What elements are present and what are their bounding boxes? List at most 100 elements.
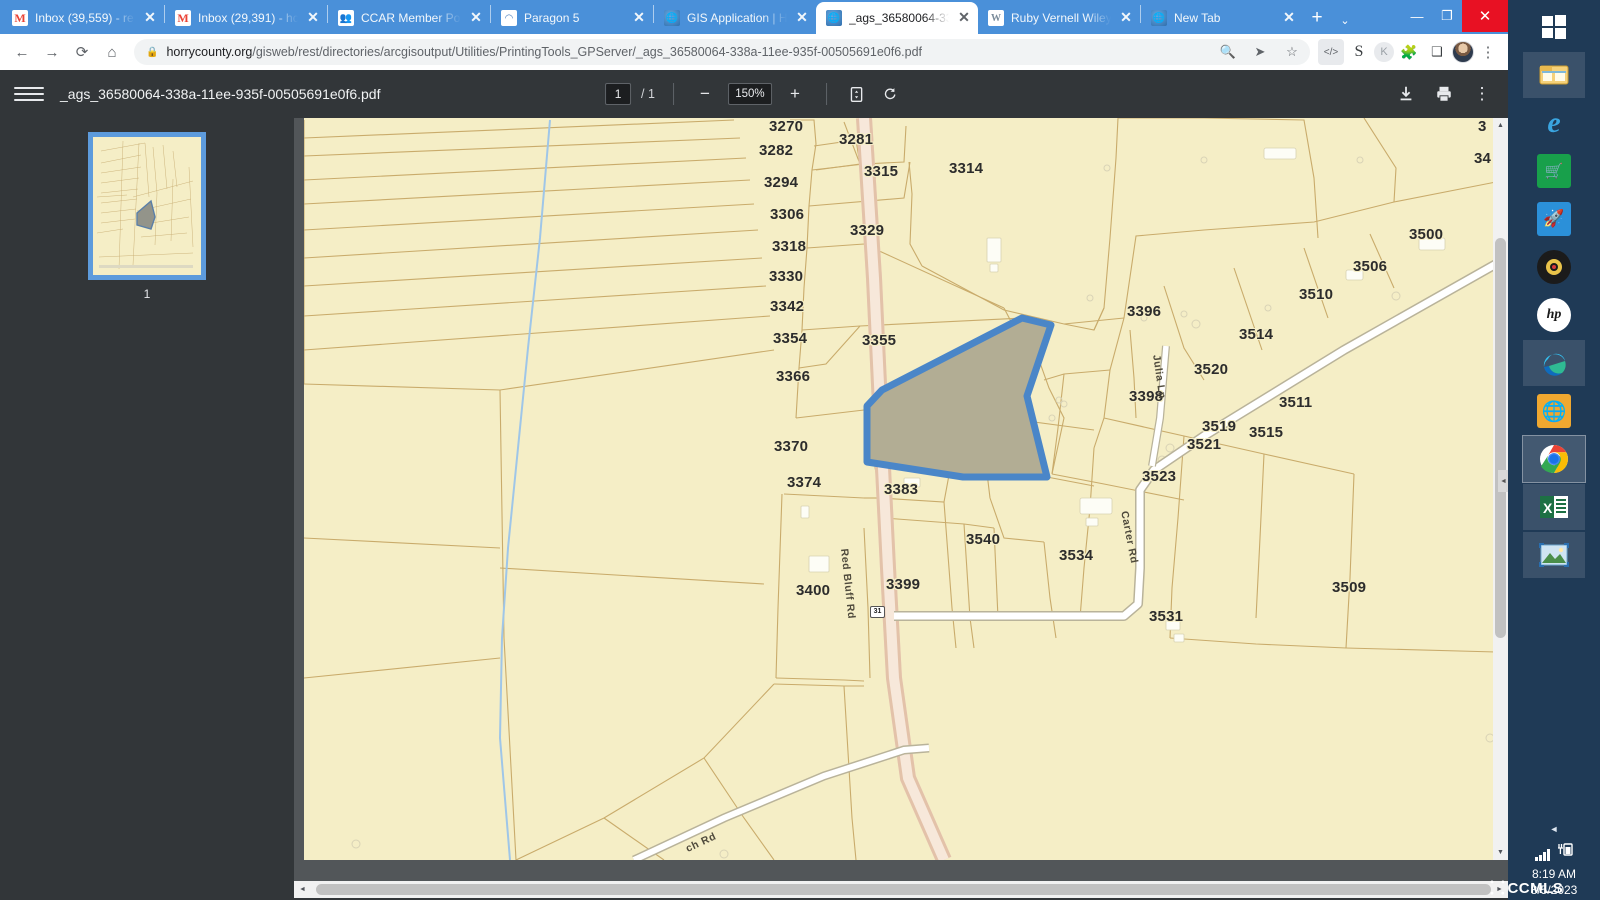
parcel-label: 3521 bbox=[1187, 436, 1222, 453]
parcel-label: 3294 bbox=[764, 174, 799, 191]
scroll-left-arrow-icon[interactable]: ◄ bbox=[294, 886, 311, 893]
tab-ruby-vernell-wiley[interactable]: W Ruby Vernell Wiley ✕ bbox=[978, 2, 1140, 34]
page-thumbnail[interactable] bbox=[88, 132, 206, 280]
code-extension-icon[interactable]: </> bbox=[1318, 39, 1344, 65]
url-input[interactable]: 🔒 horrycounty.org/gisweb/rest/directorie… bbox=[134, 39, 1310, 65]
globe-orange-icon: 🌐 bbox=[1537, 394, 1571, 428]
parcel-label-edge: 34 bbox=[1474, 150, 1492, 167]
media-app-icon[interactable] bbox=[1523, 244, 1585, 290]
reload-button[interactable]: ⟳ bbox=[68, 38, 96, 66]
tab-close-icon[interactable]: ✕ bbox=[142, 10, 158, 26]
parcel-label: 3500 bbox=[1409, 226, 1444, 243]
maximize-button[interactable]: ❐ bbox=[1432, 1, 1462, 31]
tab-close-icon[interactable]: ✕ bbox=[631, 10, 647, 26]
new-tab-button[interactable]: + bbox=[1303, 4, 1331, 32]
tab-paragon-5[interactable]: ◠ Paragon 5 ✕ bbox=[491, 2, 653, 34]
scroll-up-arrow-icon[interactable]: ▲ bbox=[1493, 118, 1508, 133]
hp-app-icon[interactable]: hp bbox=[1523, 292, 1585, 338]
pdf-sidebar-toggle-icon[interactable] bbox=[14, 79, 44, 109]
tab-close-icon[interactable]: ✕ bbox=[468, 10, 484, 26]
parcel-label: 3329 bbox=[850, 222, 885, 239]
tab-close-icon[interactable]: ✕ bbox=[1118, 10, 1134, 26]
tab-gis-application[interactable]: 🌐 GIS Application | H ✕ bbox=[654, 2, 816, 34]
tab-title: Ruby Vernell Wiley bbox=[1011, 11, 1111, 25]
tab-strip: Inbox (39,559) - re ✕ Inbox (29,391) - h… bbox=[0, 0, 1508, 34]
thumbnail-page-number: 1 bbox=[143, 287, 151, 301]
scroll-down-arrow-icon[interactable]: ▼ bbox=[1493, 845, 1508, 860]
globe-icon: 🌐 bbox=[664, 10, 680, 26]
tab-inbox-1[interactable]: Inbox (39,559) - re ✕ bbox=[2, 2, 164, 34]
start-icon bbox=[1537, 10, 1571, 44]
battery-plug-icon[interactable] bbox=[1557, 842, 1573, 861]
viewer-collapse-handle[interactable]: ◄ bbox=[1498, 470, 1508, 492]
url-path: /gisweb/rest/directories/arcgisoutput/Ut… bbox=[252, 45, 922, 59]
globe-icon: 🌐 bbox=[826, 10, 842, 26]
photos-app-icon[interactable] bbox=[1523, 532, 1585, 578]
tab-close-icon[interactable]: ✕ bbox=[305, 10, 321, 26]
vertical-scroll-thumb[interactable] bbox=[1495, 238, 1506, 638]
home-button[interactable]: ⌂ bbox=[98, 38, 126, 66]
browser-menu-icon[interactable]: ⋮ bbox=[1476, 40, 1500, 64]
google-chrome-icon[interactable] bbox=[1522, 435, 1586, 483]
parcel-label: 3534 bbox=[1059, 547, 1094, 564]
svg-text:X: X bbox=[1543, 500, 1553, 516]
parcel-label: 3330 bbox=[769, 268, 804, 285]
start-button[interactable] bbox=[1523, 4, 1585, 50]
window-controls: — ❐ ✕ bbox=[1402, 0, 1508, 32]
tab-title: CCAR Member Po bbox=[361, 11, 461, 25]
tab-title: GIS Application | H bbox=[687, 11, 787, 25]
zoom-level-display[interactable]: 150% bbox=[727, 83, 772, 105]
download-icon[interactable] bbox=[1394, 82, 1418, 106]
tab-close-icon[interactable]: ✕ bbox=[1281, 10, 1297, 26]
rotate-icon[interactable] bbox=[879, 82, 903, 106]
tab-search-icon[interactable]: ⌄ bbox=[1331, 6, 1359, 34]
paragon-icon: ◠ bbox=[501, 10, 517, 26]
tab-close-icon[interactable]: ✕ bbox=[794, 10, 810, 26]
page-number-input[interactable]: 1 bbox=[605, 83, 632, 105]
tab-new-tab[interactable]: 🌐 New Tab ✕ bbox=[1141, 2, 1303, 34]
pdf-more-menu-icon[interactable]: ⋮ bbox=[1470, 82, 1494, 106]
hp-icon: hp bbox=[1537, 298, 1571, 332]
close-window-button[interactable]: ✕ bbox=[1462, 0, 1508, 32]
microsoft-store-icon[interactable]: 🛒 bbox=[1523, 148, 1585, 194]
photo-icon bbox=[1537, 538, 1571, 572]
tray-expand-icon[interactable]: ◄ bbox=[1508, 824, 1600, 834]
fit-to-page-icon[interactable] bbox=[845, 82, 869, 106]
file-explorer-icon[interactable] bbox=[1523, 52, 1585, 98]
zoom-out-button[interactable]: − bbox=[692, 81, 718, 107]
parcel-label: 3511 bbox=[1279, 394, 1313, 411]
signal-bars-icon[interactable] bbox=[1535, 848, 1550, 861]
route-shield-31: 31 bbox=[870, 606, 885, 618]
forward-button[interactable]: → bbox=[38, 38, 66, 66]
tab-inbox-2[interactable]: Inbox (29,391) - hc ✕ bbox=[165, 2, 327, 34]
back-button[interactable]: ← bbox=[8, 38, 36, 66]
microsoft-edge-icon[interactable] bbox=[1523, 340, 1585, 386]
zoom-in-button[interactable]: + bbox=[782, 81, 808, 107]
internet-explorer-icon[interactable]: e bbox=[1523, 100, 1585, 146]
avatar[interactable] bbox=[1452, 41, 1474, 63]
k-extension-icon[interactable]: K bbox=[1374, 42, 1394, 62]
share-icon[interactable]: ➤ bbox=[1248, 40, 1272, 64]
pdf-viewer-area[interactable]: 3270 3281 3282 3315 3314 3294 3306 3329 … bbox=[294, 118, 1508, 898]
tab-close-icon[interactable]: ✕ bbox=[956, 10, 972, 26]
minimize-button[interactable]: — bbox=[1402, 1, 1432, 31]
parcel-label: 3314 bbox=[949, 160, 984, 177]
bookmark-star-icon[interactable]: ☆ bbox=[1280, 40, 1304, 64]
tab-ccar-member-portal[interactable]: 👥 CCAR Member Po ✕ bbox=[328, 2, 490, 34]
rocket-app-icon[interactable]: 🚀 bbox=[1523, 196, 1585, 242]
globe-app-icon[interactable]: 🌐 bbox=[1523, 388, 1585, 434]
microsoft-excel-icon[interactable]: X bbox=[1523, 484, 1585, 530]
horizontal-scrollbar[interactable]: ◄ ► bbox=[294, 881, 1508, 898]
parcel-label: 3515 bbox=[1249, 424, 1284, 441]
search-icon[interactable]: 🔍 bbox=[1216, 40, 1240, 64]
puzzle-extensions-icon[interactable]: 🧩 bbox=[1396, 39, 1422, 65]
parcel-label: 3315 bbox=[864, 163, 899, 180]
s-extension-icon[interactable]: S bbox=[1346, 39, 1372, 65]
horizontal-scroll-thumb[interactable] bbox=[316, 884, 1491, 895]
print-icon[interactable] bbox=[1432, 82, 1456, 106]
chrome-browser-window: Inbox (39,559) - re ✕ Inbox (29,391) - h… bbox=[0, 0, 1508, 900]
thumbnail-item[interactable]: 1 bbox=[88, 132, 206, 301]
sidepanel-icon[interactable]: ❑ bbox=[1424, 39, 1450, 65]
tab-ags-pdf-active[interactable]: 🌐 _ags_36580064-33 ✕ bbox=[816, 2, 978, 34]
tab-title: Inbox (29,391) - hc bbox=[198, 11, 298, 25]
